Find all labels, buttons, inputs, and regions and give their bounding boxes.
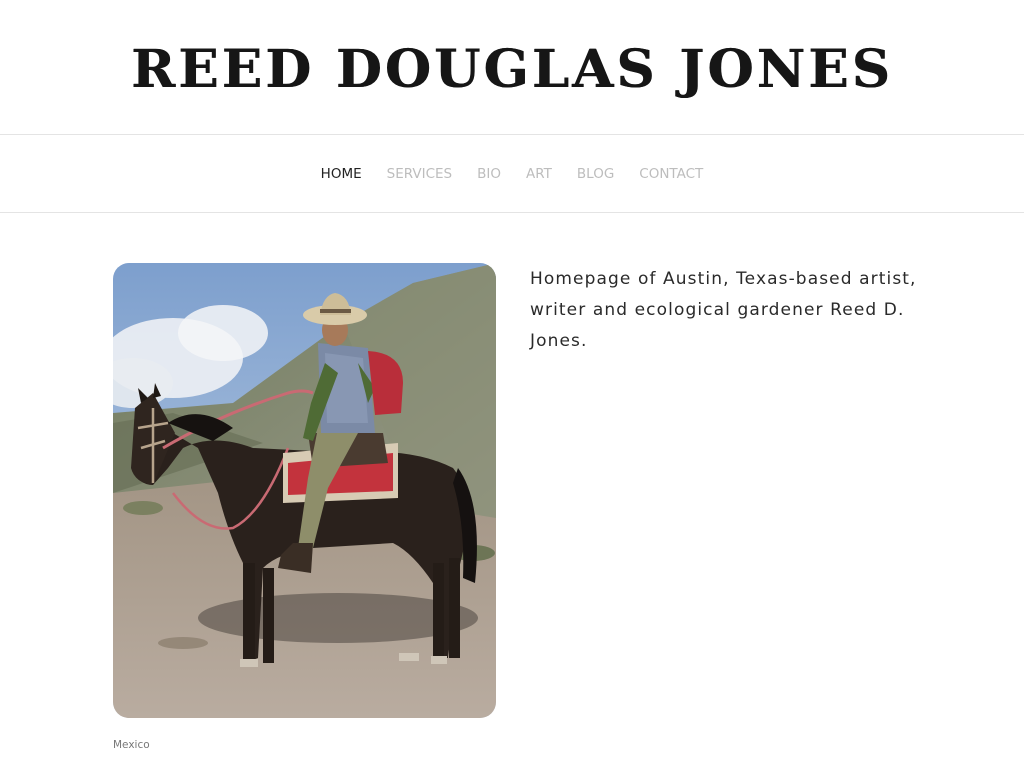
nav-item-services[interactable]: SERVICES — [387, 166, 452, 182]
rider-on-horse-illustration — [113, 263, 496, 718]
site-header: Reed Douglas Jones — [0, 0, 1024, 135]
nav-item-bio[interactable]: BIO — [477, 166, 501, 182]
nav-item-home[interactable]: HOME — [321, 166, 362, 182]
nav-item-blog[interactable]: BLOG — [577, 166, 614, 182]
nav-item-contact[interactable]: CONTACT — [639, 166, 703, 182]
intro-text: Homepage of Austin, Texas-based artist, … — [530, 269, 917, 351]
nav-item-art[interactable]: ART — [526, 166, 552, 182]
photo-caption: Mexico — [113, 739, 150, 751]
main-nav: HOME SERVICES BIO ART BLOG CONTACT — [0, 135, 1024, 213]
site-title[interactable]: Reed Douglas Jones — [0, 38, 1024, 102]
hero-photo — [113, 263, 496, 718]
